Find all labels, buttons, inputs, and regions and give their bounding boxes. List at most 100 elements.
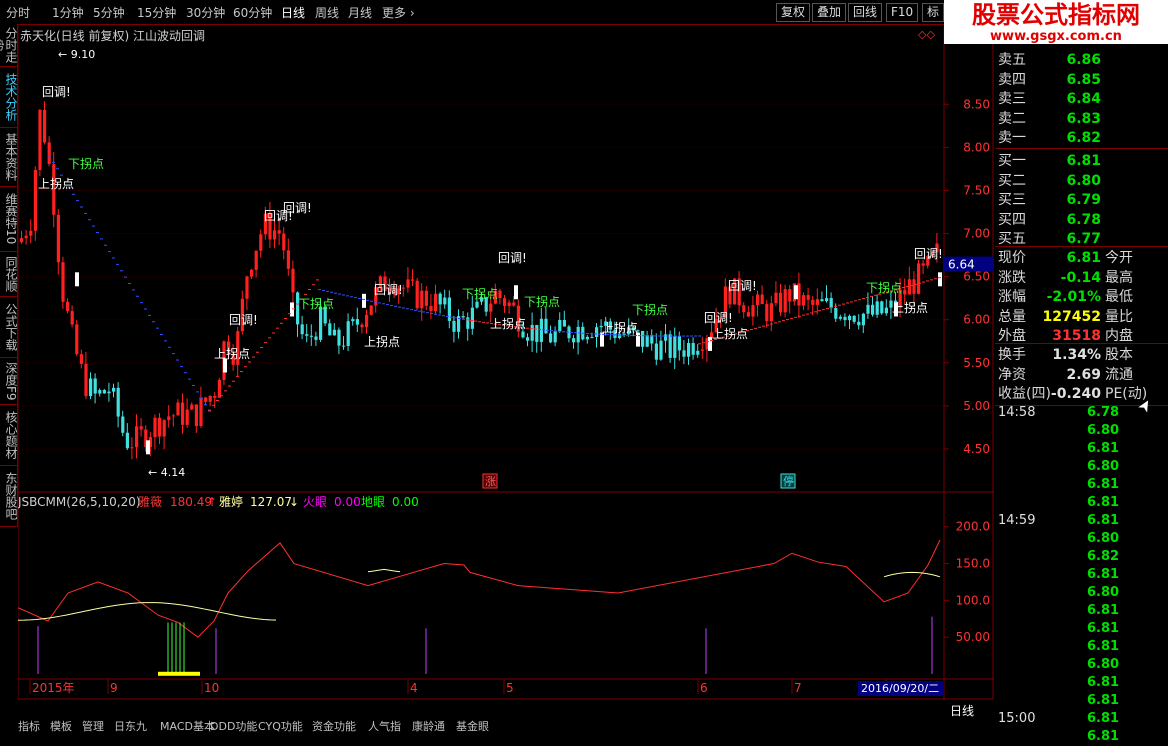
candle [286,238,290,276]
candle-body [406,279,410,288]
candle-body [834,308,838,319]
candle-body [342,345,346,347]
bottom-tab[interactable]: 模板 [50,718,72,734]
candle-body [503,298,507,307]
f10-button[interactable]: F10 [886,3,919,22]
candle-body [774,292,778,304]
stat-row: 现价 6.81 今开 [995,249,1168,268]
bottom-tab[interactable]: 日东九 [114,718,147,734]
candle [245,275,249,311]
candle-body [769,303,773,322]
price-tick-label: 5.50 [963,356,990,370]
bottom-tab[interactable]: DDD功能 [210,718,257,734]
candle [190,402,194,411]
annotation-down-turn: 下拐点 [524,294,560,309]
candle [549,325,553,344]
tab-timeframe-60min[interactable]: 60分钟 [233,4,272,21]
tick-row: 6.80 [995,656,1168,674]
mark-button[interactable]: 标 [922,3,945,22]
side-tab-intraday[interactable]: 分时走势 [0,24,18,67]
tab-timeframe-1min[interactable]: 1分钟 [52,4,84,21]
side-tab-fundamentals[interactable]: 基本资料 [0,128,18,187]
candle [204,396,208,406]
candle [447,290,451,329]
ask-row-label: 卖一 [998,130,1026,146]
candle-body [217,379,221,398]
bottom-tab[interactable]: CYQ功能 [258,718,303,734]
bottom-tab[interactable]: 康龄通 [412,718,445,734]
candle [332,323,336,336]
tab-timeframe-daily[interactable]: 日线 [281,4,305,21]
tab-timeframe-weekly[interactable]: 周线 [315,4,339,21]
candle-body [443,297,447,305]
ask-row: 卖二 6.83 [995,110,1168,129]
ask-row-label: 卖五 [998,52,1026,68]
tick-row: 14:59 6.81 [995,512,1168,530]
side-tab-wisestate[interactable]: 维赛特10 [0,187,18,252]
tab-timeframe-5min[interactable]: 5分钟 [93,4,125,21]
candle [434,284,438,315]
tab-timeframe-15min[interactable]: 15分钟 [137,4,176,21]
candle [645,330,649,348]
candle [429,294,433,320]
bottom-tab[interactable]: 指标 [18,718,40,734]
bottom-tab[interactable]: 管理 [82,718,104,734]
tab-timeframe-30min[interactable]: 30分钟 [186,4,225,21]
candle-body [654,343,658,360]
ask-row: 卖一 6.82 [995,129,1168,148]
tab-timeframe-monthly[interactable]: 月线 [348,4,372,21]
candle [820,291,824,302]
candle [84,351,88,400]
overlay-button[interactable]: 叠加 [812,3,847,22]
candle-body [314,336,318,340]
candle-body [452,320,456,332]
annotation-callback: 回调! [283,201,312,215]
candle-body [779,292,783,313]
candle [29,219,33,244]
stat-row-label: 涨幅 [998,289,1026,305]
tick-price: 6.81 [1087,675,1120,690]
side-tab-core-topic[interactable]: 核心题材 [0,405,18,466]
candle [875,294,879,318]
tick-price: 6.80 [1087,459,1120,474]
tick-price: 6.81 [1087,603,1120,618]
candle [162,418,166,450]
side-tab-forum[interactable]: 东财股吧 [0,466,18,527]
candle [742,302,746,319]
bottom-tab[interactable]: 人气指 [368,718,401,734]
tick-price: 6.81 [1087,621,1120,636]
tab-timeframe-more[interactable]: 更多 › [382,4,415,21]
adjust-button[interactable]: 复权 [776,3,811,22]
candle-body [61,262,65,302]
backline-button[interactable]: 回线 [848,3,883,22]
candle [756,290,760,317]
candle-body [530,324,534,341]
candle-body [521,331,525,338]
candle-body [66,301,70,312]
watermark-logo: 股票公式指标网 www.gsgx.com.cn [944,0,1168,44]
price-tick-label: 6.00 [963,313,990,327]
candle-body [687,343,691,357]
tick-time: 15:00 [998,711,1036,726]
indicator-line-yating-seg [367,568,401,573]
candle-body [176,402,180,416]
candle-body [273,230,277,240]
tick-price: 6.80 [1087,657,1120,672]
side-tab-ths[interactable]: 同花顺 [0,252,18,297]
candle-body [429,305,433,312]
candle-body [871,304,875,315]
candle-body [351,319,355,322]
side-tab-depth[interactable]: 深度F9 [0,358,18,405]
indicator-line-yating [18,602,277,621]
bottom-tab[interactable]: MACD基本 [160,718,215,734]
tab-timeframe-fenshi[interactable]: 分时 [6,4,30,21]
side-tab-technical[interactable]: 技术分析 [0,67,18,128]
bottom-tab[interactable]: 基金眼 [456,718,489,734]
candle [696,344,700,358]
side-tab-formula-download[interactable]: 公式下载 [0,297,18,358]
kline-chart[interactable]: 回调!回调!回调!回调!回调!回调!回调!回调!回调!上拐点上拐点上拐点上拐点上… [18,24,994,700]
bottom-tab[interactable]: 资金功能 [312,718,356,734]
ask-row-label: 卖四 [998,71,1026,88]
ask-row: 卖五 6.86 [995,51,1168,70]
candle [829,292,833,313]
